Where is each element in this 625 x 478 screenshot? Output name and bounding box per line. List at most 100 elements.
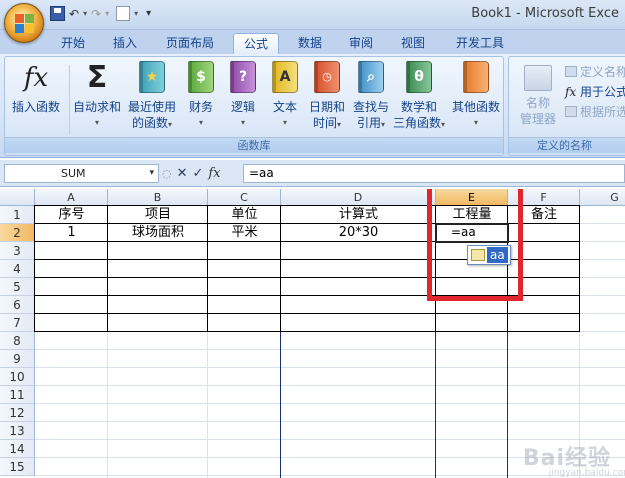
worksheet-grid[interactable]: A B C D E F G 1 2 3 4 5 6 7 8 9 10 11 12 13 14 15 序号 项… — [0, 189, 625, 478]
name-manager-button[interactable]: 名称 管理器 — [517, 65, 559, 127]
row-header-9[interactable]: 9 — [0, 350, 35, 368]
highlight-box — [427, 189, 523, 301]
name-manager-icon — [524, 65, 552, 91]
chevron-down-icon: ▾ — [168, 120, 173, 129]
column-header-b[interactable]: B — [108, 189, 208, 206]
recently-used-button[interactable]: ★ 最近使用 的函数▾ — [125, 61, 179, 133]
fx-small-icon: fx — [565, 85, 577, 99]
lookup-reference-button[interactable]: ⌕ 查找与 引用▾ — [349, 61, 393, 133]
cell-c2[interactable]: 平米 — [208, 224, 281, 242]
chevron-down-icon: ▾ — [149, 168, 154, 178]
row-header-4[interactable]: 4 — [0, 260, 35, 278]
row-header-6[interactable]: 6 — [0, 296, 35, 314]
text-functions-button[interactable]: A 文本 ▾ — [265, 61, 305, 131]
financial-button[interactable]: $ 财务 ▾ — [181, 61, 221, 131]
table-border-col — [579, 205, 580, 332]
column-header-c[interactable]: C — [208, 189, 281, 206]
customize-qat-icon[interactable]: ▾ — [146, 6, 151, 22]
ribbon: 𝑓x 插入函数 Σ 自动求和 ▾ ★ 最近使用 的函数▾ $ 财务 ▾ ? 逻辑… — [0, 54, 625, 158]
group-label-defined-names: 定义的名称 — [509, 137, 625, 153]
lookup-book-icon: ⌕ — [356, 61, 386, 95]
save-icon[interactable] — [50, 6, 65, 21]
office-button[interactable] — [4, 3, 44, 43]
formula-bar: SUM ▾ ◌ ✕ ✓ fx =aa — [0, 160, 625, 187]
recent-book-icon: ★ — [137, 61, 167, 95]
office-logo-icon — [15, 14, 35, 34]
enter-check-icon[interactable]: ✓ — [193, 166, 204, 181]
undo-icon[interactable]: ↶ — [69, 6, 79, 22]
name-box[interactable]: SUM ▾ — [4, 164, 159, 183]
create-from-selection-icon — [565, 106, 577, 117]
separator — [69, 65, 70, 135]
use-in-formula-button[interactable]: fx 用于公式 — [565, 83, 625, 101]
tab-review[interactable]: 审阅 — [340, 33, 382, 54]
cell-b2[interactable]: 球场面积 — [108, 224, 208, 242]
cancel-icon[interactable]: ✕ — [177, 166, 188, 181]
create-from-selection-button[interactable]: 根据所选 — [565, 103, 625, 121]
tab-data[interactable]: 数据 — [289, 33, 331, 54]
text-book-icon: A — [270, 61, 300, 95]
cell-d2[interactable]: 20*30 — [281, 224, 436, 242]
redo-icon[interactable]: ↷ — [91, 6, 101, 22]
define-name-button[interactable]: 定义名称 — [565, 63, 625, 81]
tab-formulas[interactable]: 公式 — [233, 33, 279, 54]
cell-b1[interactable]: 项目 — [108, 206, 208, 224]
row-header-13[interactable]: 13 — [0, 422, 35, 440]
cell-c1[interactable]: 单位 — [208, 206, 281, 224]
baidu-watermark: Bai经验 jingyan.baidu.com — [522, 446, 625, 478]
more-functions-book-icon — [461, 61, 491, 95]
logical-button[interactable]: ? 逻辑 ▾ — [223, 61, 263, 131]
column-header-d[interactable]: D — [281, 189, 436, 206]
cell-a1[interactable]: 序号 — [35, 206, 108, 224]
select-all-corner[interactable] — [0, 189, 35, 206]
row-header-8[interactable]: 8 — [0, 332, 35, 350]
table-border-row — [35, 331, 580, 332]
redo-dropdown-icon[interactable]: ▾ — [105, 6, 109, 22]
logical-book-icon: ? — [228, 61, 258, 95]
chevron-down-icon: ▾ — [240, 118, 245, 127]
print-preview-icon[interactable] — [116, 6, 131, 21]
math-trig-button[interactable]: θ 数学和 三角函数▾ — [391, 61, 447, 133]
formula-tools: ◌ ✕ ✓ fx — [162, 164, 221, 183]
gridline-row — [35, 421, 625, 422]
tab-insert[interactable]: 插入 — [104, 33, 146, 54]
datetime-book-icon: ◷ — [312, 61, 342, 95]
autosum-button[interactable]: Σ 自动求和 ▾ — [71, 61, 123, 131]
page-break-line — [435, 332, 436, 478]
row-header-12[interactable]: 12 — [0, 404, 35, 422]
row-header-5[interactable]: 5 — [0, 278, 35, 296]
chevron-down-icon: ▾ — [94, 118, 99, 127]
row-header-10[interactable]: 10 — [0, 368, 35, 386]
tab-developer[interactable]: 开发工具 — [448, 33, 512, 54]
row-header-7[interactable]: 7 — [0, 314, 35, 332]
row-header-15[interactable]: 15 — [0, 458, 35, 476]
row-header-1[interactable]: 1 — [0, 206, 35, 224]
row-header-11[interactable]: 11 — [0, 386, 35, 404]
chevron-down-icon: ▾ — [381, 120, 386, 129]
cell-d1[interactable]: 计算式 — [281, 206, 436, 224]
more-functions-button[interactable]: 其他函数 ▾ — [449, 61, 503, 131]
row-header-2[interactable]: 2 — [0, 224, 35, 242]
column-header-a[interactable]: A — [35, 189, 108, 206]
chevron-down-icon: ▾ — [473, 118, 478, 127]
cell-a2[interactable]: 1 — [35, 224, 108, 242]
sigma-icon: Σ — [86, 60, 108, 95]
tab-page-layout[interactable]: 页面布局 — [158, 33, 222, 54]
row-header-3[interactable]: 3 — [0, 242, 35, 260]
insert-function-button[interactable]: 𝑓x 插入函数 — [7, 61, 65, 115]
date-time-button[interactable]: ◷ 日期和 时间▾ — [305, 61, 349, 133]
row-header-14[interactable]: 14 — [0, 440, 35, 458]
chevron-down-icon: ▾ — [441, 120, 446, 129]
insert-function-fx-icon[interactable]: fx — [208, 166, 220, 181]
tab-view[interactable]: 视图 — [392, 33, 434, 54]
math-book-icon: θ — [404, 61, 434, 95]
print-preview-dropdown-icon[interactable]: ▾ — [134, 6, 138, 22]
chevron-down-icon: ▾ — [337, 120, 342, 129]
gridline-row — [35, 385, 625, 386]
gridline-row — [35, 367, 625, 368]
column-header-g[interactable]: G — [580, 189, 625, 206]
table-border-row — [35, 313, 580, 314]
undo-dropdown-icon[interactable]: ▾ — [83, 6, 87, 22]
formula-input[interactable]: =aa — [243, 164, 625, 183]
tab-home[interactable]: 开始 — [52, 33, 94, 54]
